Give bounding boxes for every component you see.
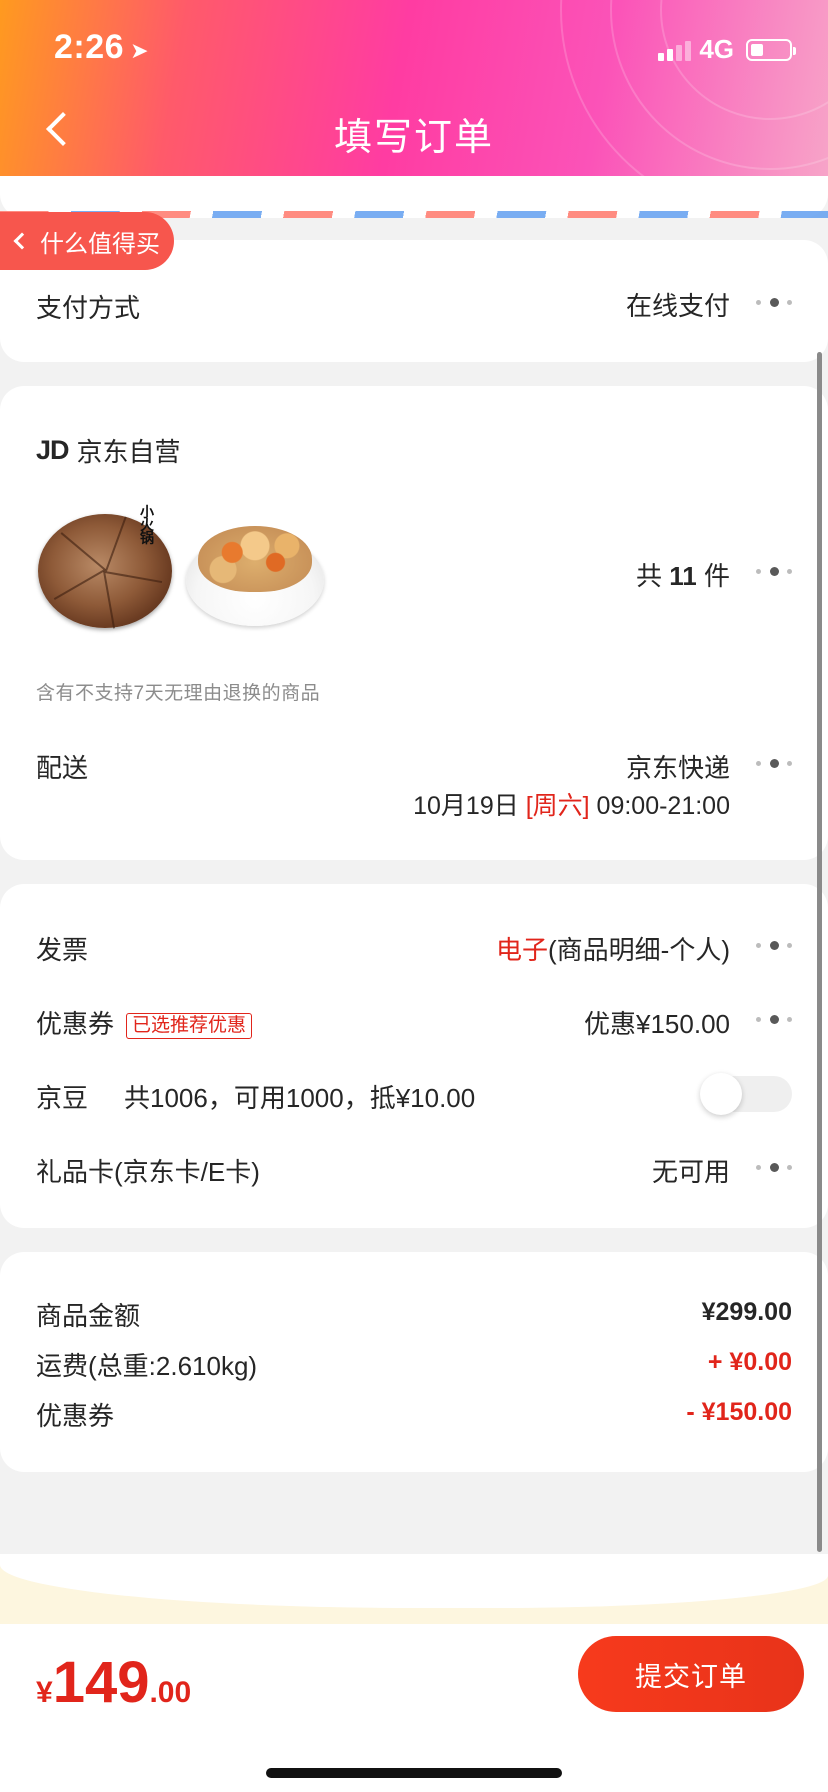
return-to-smzdm-button[interactable]: 什么值得买 [0,212,174,270]
goods-amount-value: ¥299.00 [701,1298,792,1326]
jd-bean-label: 京豆 [36,1083,89,1113]
coupon-discount-value: - ¥150.00 [686,1398,792,1426]
submit-order-button[interactable]: 提交订单 [578,1636,804,1712]
jd-bean-toggle[interactable] [700,1073,792,1115]
count-prefix: 共 [636,561,663,591]
checkout-bar: ¥149.00 提交订单 [0,1624,828,1720]
delivery-label: 配送 [36,753,89,783]
coupon-tag: 已选推荐优惠 [126,1013,253,1040]
shop-name: 京东自营 [76,437,181,467]
product-count[interactable]: 共 11 件 [636,556,730,593]
product-image-braised-dish[interactable] [186,526,324,626]
brand-mark-icon: 小火锅 [140,504,154,546]
chevron-left-icon [13,232,31,250]
delivery-date: 10月19日 [413,792,519,820]
currency-symbol: ¥ [36,1676,53,1709]
delivery-weekday: [周六] [525,792,590,820]
count-suffix: 件 [703,561,730,591]
invoice-value[interactable]: 电子(商品明细-个人) [496,930,730,967]
status-indicators: 4G [658,34,796,65]
location-arrow-icon: ➤ [130,38,149,63]
coupon-label: 优惠券 [36,1009,115,1039]
goods-amount-label: 商品金额 [36,1301,141,1331]
total-integer: 149 [52,1650,150,1715]
scrollbar[interactable] [817,352,822,1552]
redacted-band [0,1554,828,1624]
freight-label: 运费(总重:2.610kg) [36,1351,258,1381]
count-number: 11 [669,561,697,591]
jd-bean-detail: 共1006，可用1000，抵¥10.00 [124,1083,476,1113]
more-icon[interactable] [756,940,792,950]
more-icon[interactable] [756,566,792,576]
more-icon[interactable] [756,297,792,307]
header: 2:26 ➤ 4G 填写订单 [0,0,828,176]
home-indicator[interactable] [266,1768,562,1778]
gift-card-value[interactable]: 无可用 [652,1152,730,1189]
freight-value: + ¥0.00 [707,1348,792,1376]
payment-label: 支付方式 [36,293,141,323]
page-title: 填写订单 [333,117,494,159]
network-type: 4G [699,34,734,64]
coupon-row: 优惠券 已选推荐优惠 [36,1004,253,1041]
jd-logo: JD [36,435,70,465]
return-tag-label: 什么值得买 [40,230,160,258]
total-price: ¥149.00 [36,1654,191,1712]
status-time-text: 2:26 [54,28,125,66]
gift-card-label: 礼品卡(京东卡/E卡) [36,1157,260,1187]
coupon-value[interactable]: 优惠¥150.00 [584,1004,730,1041]
signal-icon [658,39,692,61]
more-icon[interactable] [756,758,792,768]
coupon-discount-label: 优惠券 [36,1401,115,1431]
home-area [0,1720,828,1792]
jd-bean-row: 京豆 共1006，可用1000，抵¥10.00 [36,1078,475,1115]
delivery-time[interactable]: 10月19日 [周六] 09:00-21:00 [413,786,730,822]
invoice-label: 发票 [36,935,89,965]
invoice-type: 电子 [496,935,549,965]
more-icon[interactable] [756,1162,792,1172]
status-time: 2:26 ➤ [54,28,149,67]
battery-icon [746,38,796,61]
delivery-carrier[interactable]: 京东快递 [626,748,730,785]
total-decimal: .00 [149,1676,192,1709]
return-notice: 含有不支持7天无理由退换的商品 [36,683,321,704]
delivery-time-range: 09:00-21:00 [596,792,730,820]
toggle-knob [700,1073,742,1115]
shop-header: JD 京东自营 [36,432,181,469]
more-icon[interactable] [756,1014,792,1024]
payment-value: 在线支付 [625,291,730,321]
invoice-detail: (商品明细-个人) [548,935,730,965]
food-illustration [198,526,312,592]
